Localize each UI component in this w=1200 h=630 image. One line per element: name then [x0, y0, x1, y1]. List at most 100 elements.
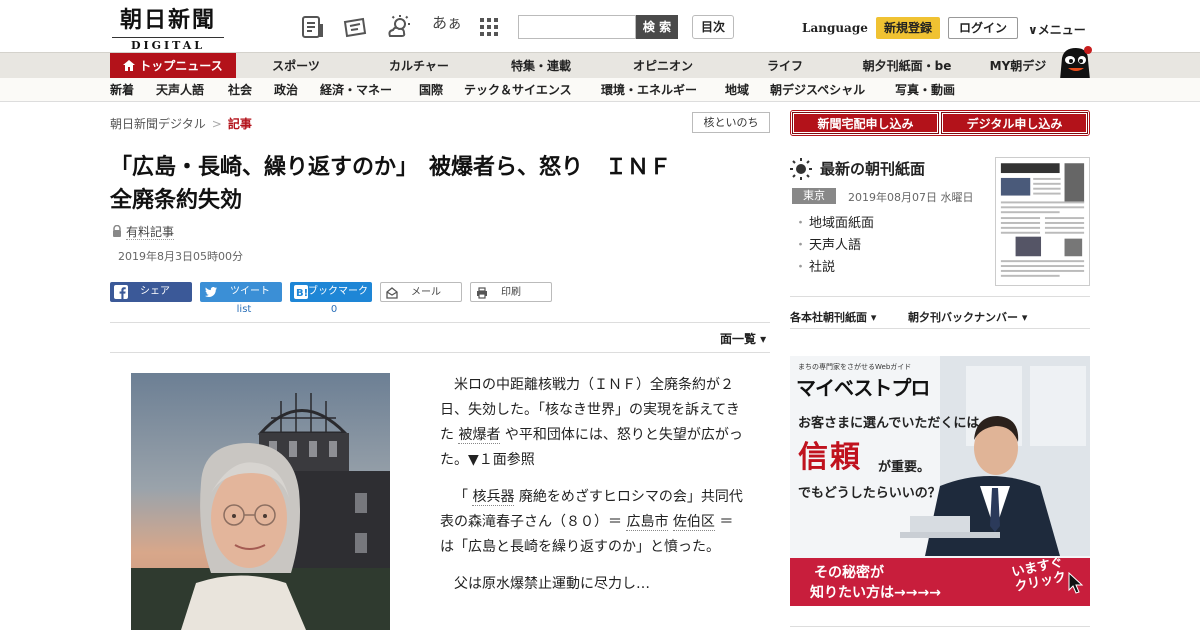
nav-top-news[interactable]: トップニュース: [110, 53, 236, 79]
subnav-environment[interactable]: 環境・エネルギー: [601, 78, 697, 102]
mail-icon: [386, 287, 398, 299]
breadcrumb-current: 記事: [227, 117, 252, 131]
weather-icon[interactable]: [386, 14, 412, 40]
search-button[interactable]: 検 索: [636, 15, 678, 39]
menu-button[interactable]: ∨メニュー: [1028, 21, 1086, 38]
breadcrumb-home[interactable]: 朝日新聞デジタル: [110, 117, 206, 131]
paragraph-text: 「: [454, 489, 468, 505]
paper-thumbnail[interactable]: [995, 157, 1090, 286]
font-size-toggle[interactable]: あぁ: [432, 12, 462, 33]
morning-paper-title[interactable]: 最新の朝刊紙面: [820, 158, 925, 179]
nav-paper[interactable]: 朝夕刊紙面・be: [852, 53, 962, 79]
twitter-count[interactable]: list: [203, 304, 285, 315]
term-link-nuclear-weapons[interactable]: 核兵器: [472, 489, 515, 506]
topic-tag-button[interactable]: 核といのち: [692, 112, 770, 133]
toc-button[interactable]: 目次: [692, 15, 734, 39]
lock-icon: [113, 225, 121, 237]
subnav-tech[interactable]: テック＆サイエンス: [464, 78, 572, 102]
twitter-share-button[interactable]: ツイート: [200, 282, 282, 302]
ad-copy: お客さまに選んでいただくには: [798, 416, 980, 431]
ad-brand: マイベストプロ: [796, 376, 930, 400]
term-link-hibakusha[interactable]: 被爆者: [458, 427, 501, 444]
nav-opinion[interactable]: オピニオン: [618, 53, 708, 79]
digest-icon[interactable]: [342, 14, 368, 40]
ad-tagline: まちの専門家をさがせるWebガイド: [798, 363, 912, 371]
hatena-count[interactable]: 0: [293, 304, 375, 315]
share-label: ブックマーク: [308, 286, 368, 297]
paid-article-badge: 有料記事: [112, 223, 175, 240]
subnav-special[interactable]: 朝デジスペシャル: [770, 78, 865, 102]
facebook-share-button[interactable]: シェア: [110, 282, 192, 302]
subscribe-digital-button[interactable]: デジタル申し込み: [941, 112, 1088, 134]
svg-text:B!: B!: [296, 288, 308, 299]
subnav-international[interactable]: 国際: [419, 78, 443, 102]
nav-culture[interactable]: カルチャー: [374, 53, 464, 79]
paragraph: 米ロの中距離核戦力（ＩＮＦ）全廃条約が２日、失効した。「核なき世界」の実現を訴え…: [440, 373, 746, 473]
paragraph: 「 核兵器 廃絶をめざすヒロシマの会」共同代表の森滝春子さん（８０）＝ 広島市 …: [440, 485, 746, 560]
paper-links: 地域面紙面 天声人語 社説: [794, 213, 874, 279]
subnav-society[interactable]: 社会: [228, 78, 252, 102]
location-badge: 東京: [792, 188, 836, 204]
paper-link-editorial[interactable]: 社説: [794, 257, 874, 279]
cursor-icon: [1068, 572, 1084, 594]
subnav-economy[interactable]: 経済・マネー: [320, 78, 392, 102]
divider: [790, 626, 1090, 627]
nav-life[interactable]: ライフ: [750, 53, 820, 79]
login-button[interactable]: ログイン: [948, 17, 1018, 39]
advertisement[interactable]: まちの専門家をさがせるWebガイド マイベストプロ お客さまに選んでいただくには…: [790, 356, 1090, 606]
print-button[interactable]: 印刷: [470, 282, 552, 302]
mail-share-button[interactable]: メール: [380, 282, 462, 302]
hatena-bookmark-button[interactable]: B! ブックマーク: [290, 282, 372, 302]
nav-label: トップニュース: [139, 59, 223, 73]
article-headline: 「広島・長崎、繰り返すのか」 被爆者ら、怒り ＩＮＦ 全廃条約失効: [110, 151, 770, 217]
page-list-dropdown[interactable]: 面一覧 ▾: [720, 330, 766, 347]
headline-line2: 全廃条約失効: [110, 188, 243, 213]
subnav-politics[interactable]: 政治: [274, 78, 298, 102]
breadcrumb-separator: >: [211, 117, 222, 131]
main-nav: トップニュース スポーツ カルチャー 特集・連載 オピニオン ライフ 朝夕刊紙面…: [0, 52, 1200, 79]
ad-copy: でもどうしたらいいの？: [798, 486, 941, 501]
nav-sports[interactable]: スポーツ: [256, 53, 336, 79]
grid-menu-icon[interactable]: [476, 14, 502, 40]
home-icon: [123, 60, 136, 71]
term-link-hiroshima-city[interactable]: 広島市: [626, 514, 669, 531]
mascot-icon[interactable]: [1054, 44, 1094, 80]
share-label: ツイート: [230, 286, 270, 297]
hatena-icon: B!: [294, 285, 308, 299]
divider: [110, 352, 770, 353]
newspaper-icon[interactable]: [300, 14, 326, 40]
language-link[interactable]: Language: [802, 21, 868, 35]
site-logo[interactable]: 朝日新聞 DIGITAL: [112, 8, 224, 52]
article-photo: [131, 373, 390, 630]
subnav-tenseijingo[interactable]: 天声人語: [156, 78, 204, 102]
nav-my-asahi[interactable]: MY朝デジ: [980, 53, 1056, 79]
subscribe-paper-button[interactable]: 新聞宅配申し込み: [792, 112, 939, 134]
sun-icon: [790, 158, 812, 180]
paragraph: 父は原水爆禁止運動に尽力し…: [440, 572, 746, 597]
back-number-archive[interactable]: 朝夕刊バックナンバー ▾: [908, 309, 1027, 325]
paid-label[interactable]: 有料記事: [126, 225, 175, 240]
article-body: 米ロの中距離核戦力（ＩＮＦ）全廃条約が２日、失効した。「核なき世界」の実現を訴え…: [440, 373, 746, 609]
subnav-region[interactable]: 地域: [725, 78, 749, 102]
paragraph-text: 父は原水爆禁止運動に尽力し…: [454, 576, 650, 592]
nav-features[interactable]: 特集・連載: [494, 53, 588, 79]
back-number-regional[interactable]: 各本社朝刊紙面 ▾: [790, 309, 876, 325]
facebook-icon: [114, 285, 128, 299]
print-icon: [477, 287, 487, 299]
search-input[interactable]: [518, 15, 636, 39]
share-label: 印刷: [501, 287, 521, 298]
ad-headline: 信頼: [798, 440, 862, 475]
paper-link-tenseijingo[interactable]: 天声人語: [794, 235, 874, 257]
term-link-saeki-ward[interactable]: 佐伯区: [672, 514, 715, 531]
ad-copy: が重要。: [878, 460, 931, 475]
divider: [790, 328, 1090, 329]
subnav-new[interactable]: 新着: [110, 78, 134, 102]
logo-rule: [112, 37, 224, 38]
paper-link-regional[interactable]: 地域面紙面: [794, 213, 874, 235]
subnav-photo[interactable]: 写真・動画: [895, 78, 955, 102]
signup-button[interactable]: 新規登録: [876, 17, 940, 39]
site-header: 朝日新聞 DIGITAL あぁ 検 索 目次 Language 新規登録 ログイ…: [0, 0, 1200, 52]
logo-subtext: DIGITAL: [130, 39, 206, 52]
twitter-icon: [205, 287, 217, 297]
ad-cta-text: その秘密が: [814, 565, 884, 581]
